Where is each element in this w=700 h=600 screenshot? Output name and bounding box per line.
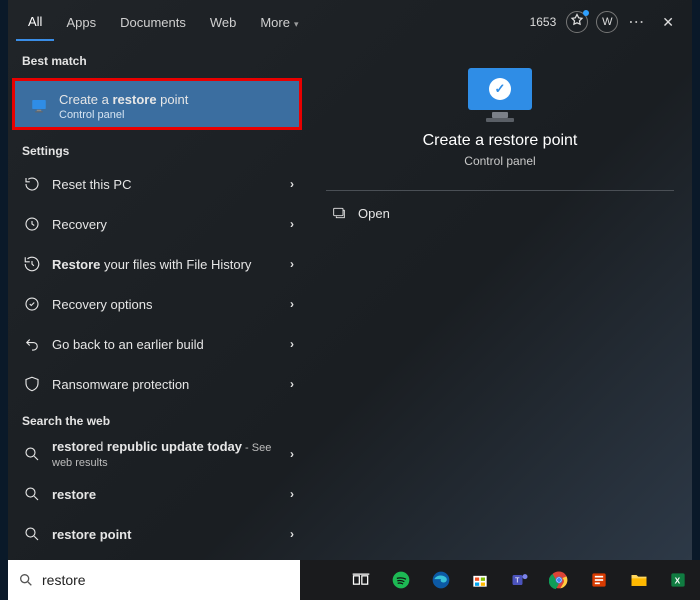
- settings-reset-pc[interactable]: Reset this PC ›: [8, 164, 308, 204]
- chevron-right-icon: ›: [290, 257, 294, 271]
- preview-title: Create a restore point: [308, 132, 692, 150]
- goback-icon: [22, 334, 42, 354]
- recovery-icon: [22, 214, 42, 234]
- store-icon[interactable]: [462, 562, 498, 598]
- edge-icon[interactable]: [423, 562, 459, 598]
- start-search-window: All Apps Documents Web More▾ 1653 W ⋯ ✕ …: [8, 0, 692, 560]
- spotify-icon[interactable]: [383, 562, 419, 598]
- tab-more[interactable]: More▾: [248, 5, 310, 40]
- section-settings: Settings: [8, 134, 308, 164]
- chevron-down-icon: ▾: [294, 19, 299, 29]
- cortana-icon[interactable]: [304, 562, 340, 598]
- settings-go-back[interactable]: Go back to an earlier build ›: [8, 324, 308, 364]
- search-icon: [22, 444, 42, 464]
- rewards-points[interactable]: 1653: [530, 15, 557, 29]
- chevron-right-icon: ›: [290, 487, 294, 501]
- close-button[interactable]: ✕: [652, 8, 684, 37]
- chevron-right-icon: ›: [290, 297, 294, 311]
- chevron-right-icon: ›: [290, 217, 294, 231]
- user-avatar[interactable]: W: [596, 11, 618, 33]
- file-explorer-icon[interactable]: [621, 562, 657, 598]
- reset-icon: [22, 174, 42, 194]
- web-result[interactable]: restored republic update today - See web…: [8, 434, 308, 474]
- search-scope-tabs: All Apps Documents Web More▾ 1653 W ⋯ ✕: [8, 0, 692, 44]
- chevron-right-icon: ›: [290, 337, 294, 351]
- shield-icon: [22, 374, 42, 394]
- best-match-result[interactable]: Create a restore point Control panel: [12, 78, 302, 130]
- rewards-icon[interactable]: [566, 11, 588, 33]
- svg-text:T: T: [515, 576, 520, 585]
- excel-icon[interactable]: X: [660, 562, 696, 598]
- history-icon: [22, 254, 42, 274]
- tab-apps[interactable]: Apps: [54, 5, 108, 40]
- settings-ransomware[interactable]: Ransomware protection ›: [8, 364, 308, 404]
- taskbar: T X: [300, 560, 700, 600]
- search-input[interactable]: [42, 572, 290, 588]
- tab-all[interactable]: All: [16, 4, 54, 41]
- monitor-icon: [29, 96, 49, 116]
- chevron-right-icon: ›: [290, 527, 294, 541]
- search-icon: [22, 484, 42, 504]
- results-list: Best match Create a restore point Contro…: [8, 44, 308, 560]
- chrome-icon[interactable]: [542, 562, 578, 598]
- more-options-icon[interactable]: ⋯: [622, 12, 652, 32]
- open-icon: [330, 205, 348, 221]
- settings-file-history[interactable]: Restore your files with File History ›: [8, 244, 308, 284]
- chevron-right-icon: ›: [290, 177, 294, 191]
- search-icon: [18, 572, 34, 588]
- tab-web[interactable]: Web: [198, 5, 249, 40]
- news-icon[interactable]: [581, 562, 617, 598]
- preview-subtitle: Control panel: [308, 154, 692, 168]
- svg-text:X: X: [675, 575, 681, 585]
- chevron-right-icon: ›: [290, 377, 294, 391]
- teams-icon[interactable]: T: [502, 562, 538, 598]
- search-box[interactable]: [8, 560, 300, 600]
- web-result[interactable]: restore ›: [8, 474, 308, 514]
- section-best-match: Best match: [8, 44, 308, 74]
- web-result[interactable]: restore point ›: [8, 514, 308, 554]
- monitor-check-icon: ✓: [468, 68, 532, 110]
- open-action[interactable]: Open: [308, 191, 692, 235]
- settings-recovery[interactable]: Recovery ›: [8, 204, 308, 244]
- settings-recovery-options[interactable]: Recovery options ›: [8, 284, 308, 324]
- options-icon: [22, 294, 42, 314]
- preview-pane: ✓ Create a restore point Control panel O…: [308, 44, 692, 560]
- search-icon: [22, 524, 42, 544]
- section-web: Search the web: [8, 404, 308, 434]
- tab-documents[interactable]: Documents: [108, 5, 198, 40]
- chevron-right-icon: ›: [290, 447, 294, 461]
- taskview-icon[interactable]: [344, 562, 380, 598]
